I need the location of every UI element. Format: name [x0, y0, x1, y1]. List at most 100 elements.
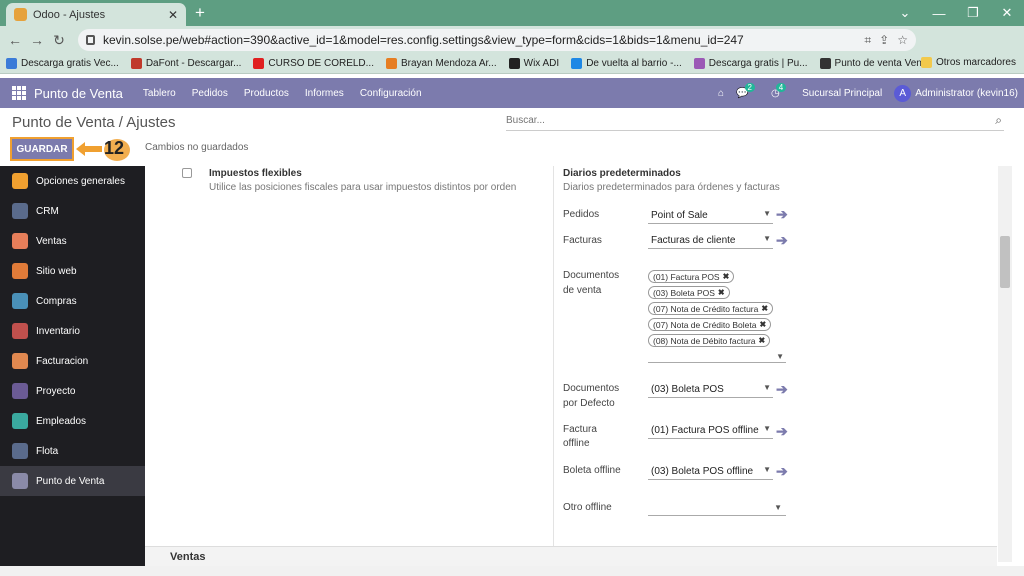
horizontal-scrollbar[interactable]: [0, 566, 1024, 576]
tab-title: Odoo - Ajustes: [33, 8, 106, 21]
apps-grid-icon[interactable]: [12, 86, 26, 100]
folder-icon: [920, 57, 932, 68]
invoices-journal-select[interactable]: Facturas de cliente ▼: [648, 232, 773, 249]
bookmark-item[interactable]: Descarga gratis Vec...: [6, 58, 119, 69]
sidebar-item-sitio-web[interactable]: Sitio web: [0, 256, 145, 286]
bookmark-item[interactable]: De vuelta al barrio -...: [571, 58, 682, 69]
save-button[interactable]: GUARDAR: [10, 137, 74, 161]
user-avatar[interactable]: A: [894, 84, 912, 102]
sale-doc-tag[interactable]: (01) Factura POS ✖: [648, 270, 735, 283]
search-box: ⌕: [506, 111, 1004, 131]
other-offline-select[interactable]: ▼: [648, 500, 786, 516]
bookmark-item[interactable]: Brayan Mendoza Ar...: [386, 58, 497, 69]
dropdown-caret-icon: ▼: [763, 424, 771, 433]
scrollbar-thumb[interactable]: [1000, 236, 1010, 288]
dropdown-caret-icon: ▼: [763, 465, 771, 474]
activities-icon[interactable]: ◷4: [771, 82, 790, 99]
remove-tag-icon[interactable]: ✖: [718, 288, 725, 297]
sidebar-item-flota[interactable]: Flota: [0, 436, 145, 466]
user-menu[interactable]: Administrator (kevin16): [915, 88, 1018, 99]
bookmark-item[interactable]: Punto de venta Ven...: [819, 58, 930, 69]
sidebar-item-inventario[interactable]: Inventario: [0, 316, 145, 346]
remove-tag-icon[interactable]: ✖: [759, 320, 766, 329]
bookmark-item[interactable]: CURSO DE CORELD...: [253, 58, 374, 69]
sales-icon: [12, 233, 28, 249]
sidebar-item-crm[interactable]: CRM: [0, 196, 145, 226]
home-icon[interactable]: ⌂: [718, 88, 724, 99]
remove-tag-icon[interactable]: ✖: [761, 304, 768, 313]
app-brand[interactable]: Punto de Venta: [34, 86, 123, 101]
offline-receipt-label: Boleta offline: [563, 465, 621, 476]
share-icon[interactable]: ⇪: [879, 33, 889, 47]
sidebar-item-opciones-generales[interactable]: Opciones generales: [0, 166, 145, 196]
menu-tablero[interactable]: Tablero: [143, 88, 176, 99]
column-divider: [553, 166, 554, 546]
orders-journal-select[interactable]: Point of Sale ▼: [648, 207, 773, 224]
bookmark-item[interactable]: Descarga gratis | Pu...: [693, 58, 808, 69]
remove-tag-icon[interactable]: ✖: [759, 336, 766, 345]
default-doc-select[interactable]: (03) Boleta POS ▼: [648, 381, 773, 398]
invoicing-icon: [12, 353, 28, 369]
odoo-navbar: Punto de Venta Tablero Pedidos Productos…: [0, 78, 1024, 108]
sidebar-item-ventas[interactable]: Ventas: [0, 226, 145, 256]
menu-pedidos[interactable]: Pedidos: [192, 88, 228, 99]
menu-productos[interactable]: Productos: [244, 88, 289, 99]
orders-label: Pedidos: [563, 209, 600, 220]
activities-badge: 4: [775, 82, 787, 92]
reload-icon[interactable]: ↻: [48, 32, 70, 49]
search-input[interactable]: [506, 111, 976, 130]
vertical-scrollbar[interactable]: [998, 166, 1012, 562]
offline-receipt-select[interactable]: (03) Boleta POS offline ▼: [648, 463, 773, 480]
menu-informes[interactable]: Informes: [305, 88, 344, 99]
orders-external-link-icon[interactable]: ➔: [776, 206, 788, 223]
close-window-icon[interactable]: ✕: [990, 0, 1024, 26]
settings-sidebar: Opciones generales CRM Ventas Sitio web …: [0, 166, 145, 576]
new-tab-icon[interactable]: +: [195, 3, 205, 23]
sidebar-item-empleados[interactable]: Empleados: [0, 406, 145, 436]
back-icon[interactable]: ←: [4, 32, 26, 48]
other-bookmarks[interactable]: Otros marcadores: [920, 57, 1016, 68]
sale-doc-tag[interactable]: (03) Boleta POS ✖: [648, 286, 730, 299]
sale-doc-tag[interactable]: (07) Nota de Crédito Boleta ✖: [648, 318, 772, 331]
bookmark-item[interactable]: DaFont - Descargar...: [130, 58, 241, 69]
invoices-label: Facturas: [563, 235, 602, 246]
company-switcher[interactable]: Sucursal Principal: [802, 88, 882, 99]
restore-icon[interactable]: ❐: [956, 0, 990, 26]
url-field[interactable]: kevin.solse.pe/web#action=390&active_id=…: [78, 29, 916, 51]
sidebar-item-compras[interactable]: Compras: [0, 286, 145, 316]
sidebar-item-punto-de-venta[interactable]: Punto de Venta: [0, 466, 145, 496]
pos-icon: [12, 473, 28, 489]
bookmark-item[interactable]: Wix ADI: [508, 58, 559, 69]
flexible-taxes-checkbox[interactable]: [182, 168, 192, 178]
translate-icon[interactable]: ⌗: [864, 33, 871, 48]
menu-configuracion[interactable]: Configuración: [360, 88, 422, 99]
default-docs-label-line1: Documentos: [563, 383, 620, 394]
breadcrumb[interactable]: Punto de Venta / Ajustes: [12, 114, 175, 131]
bookmark-star-icon[interactable]: ☆: [897, 33, 908, 47]
default-doc-external-link-icon[interactable]: ➔: [776, 381, 788, 398]
bookmark-favicon-icon: [693, 58, 705, 69]
browser-tab[interactable]: Odoo - Ajustes ✕: [6, 3, 186, 26]
sidebar-item-facturacion[interactable]: Facturacion: [0, 346, 145, 376]
remove-tag-icon[interactable]: ✖: [723, 272, 730, 281]
offline-invoice-select[interactable]: (01) Factura POS offline ▼: [648, 422, 773, 439]
sale-doc-tag[interactable]: (07) Nota de Crédito factura ✖: [648, 302, 774, 315]
tab-search-icon[interactable]: ⌄: [888, 0, 922, 26]
default-journals-description: Diarios predeterminados para órdenes y f…: [563, 182, 780, 193]
sale-docs-input[interactable]: ▼: [648, 350, 786, 363]
invoices-external-link-icon[interactable]: ➔: [776, 232, 788, 249]
odoo-favicon-icon: [14, 8, 27, 21]
search-icon[interactable]: ⌕: [995, 113, 1002, 128]
minimize-icon[interactable]: —: [922, 0, 956, 26]
sidebar-item-proyecto[interactable]: Proyecto: [0, 376, 145, 406]
bookmark-favicon-icon: [571, 58, 583, 69]
bookmark-favicon-icon: [386, 58, 397, 69]
close-tab-icon[interactable]: ✕: [168, 8, 178, 22]
offline-invoice-external-link-icon[interactable]: ➔: [776, 423, 788, 440]
messages-icon[interactable]: 💬2: [736, 82, 759, 99]
project-icon: [12, 383, 28, 399]
dropdown-caret-icon: ▼: [763, 209, 771, 218]
sale-doc-tag[interactable]: (08) Nota de Débito factura ✖: [648, 334, 771, 347]
forward-icon[interactable]: →: [26, 32, 48, 48]
offline-receipt-external-link-icon[interactable]: ➔: [776, 463, 788, 480]
